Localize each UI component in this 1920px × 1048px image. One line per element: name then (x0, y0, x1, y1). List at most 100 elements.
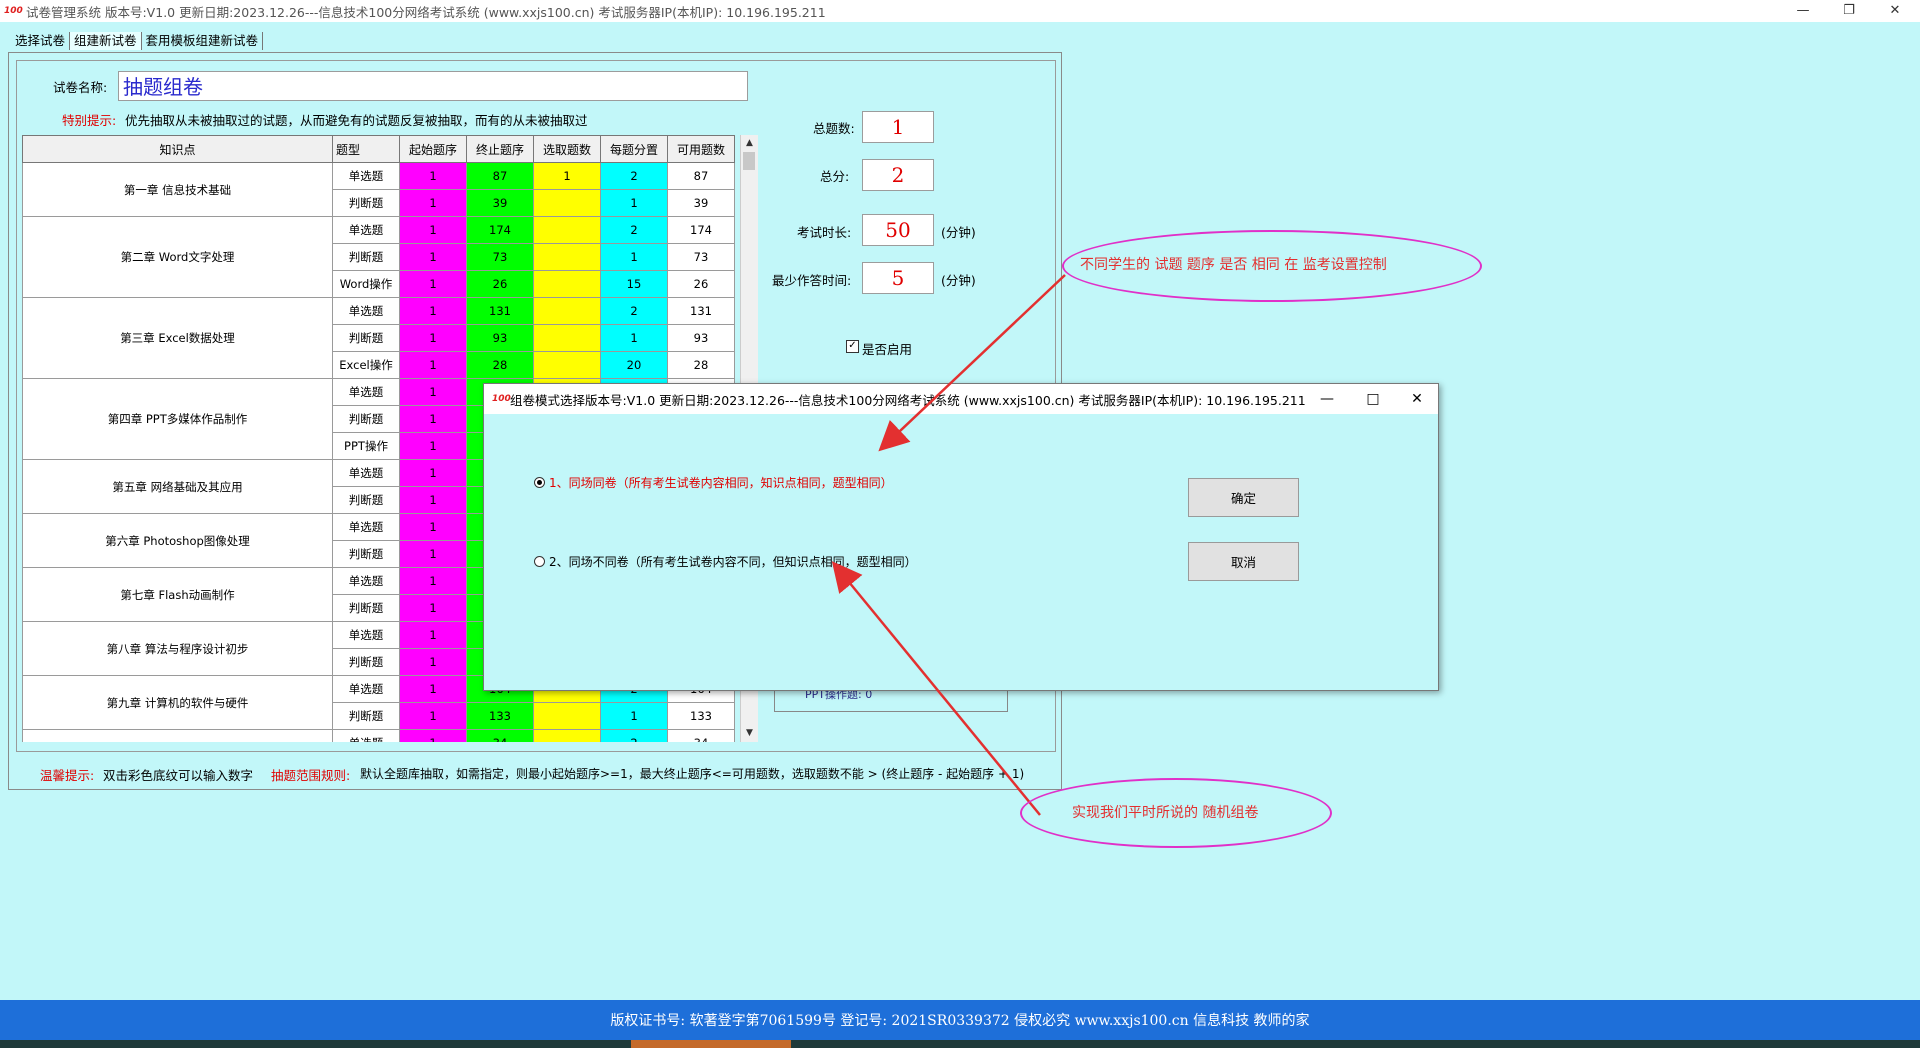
start-cell[interactable]: 1 (399, 432, 467, 460)
pick-cell[interactable] (533, 297, 601, 325)
start-cell[interactable]: 1 (399, 351, 467, 379)
col-header-knowledge: 知识点 (22, 135, 333, 163)
pick-cell[interactable] (533, 243, 601, 271)
enable-checkbox[interactable]: ✓ (846, 340, 859, 353)
end-cell[interactable]: 133 (466, 702, 534, 730)
table-row: 第三章 Excel数据处理 单选题 1 131 2 131 (22, 297, 735, 379)
annotation-bottom-text: 实现我们平时所说的 随机组卷 (1072, 805, 1259, 821)
type-cell: 单选题 (332, 567, 400, 595)
min-time-field[interactable]: 5 (862, 262, 934, 294)
start-cell[interactable]: 1 (399, 540, 467, 568)
type-cell: 判断题 (332, 405, 400, 433)
start-cell[interactable]: 1 (399, 675, 467, 703)
dialog-titlebar: 100 组卷模式选择版本号:V1.0 更新日期:2023.12.26---信息技… (484, 384, 1438, 414)
score-cell[interactable]: 1 (600, 243, 668, 271)
score-cell[interactable]: 2 (600, 216, 668, 244)
option-diff-paper-label[interactable]: 2、同场不同卷（所有考生试卷内容不同，但知识点相同，题型相同） (549, 553, 917, 570)
option-same-paper-radio[interactable] (534, 477, 545, 488)
score-cell[interactable]: 15 (600, 270, 668, 298)
type-cell: 判断题 (332, 648, 400, 676)
dialog-maximize-icon[interactable]: □ (1350, 384, 1396, 414)
cancel-button[interactable]: 取消 (1188, 542, 1299, 581)
start-cell[interactable]: 1 (399, 567, 467, 595)
type-cell: 判断题 (332, 189, 400, 217)
main-titlebar: 100 试卷管理系统 版本号:V1.0 更新日期:2023.12.26---信息… (0, 0, 1920, 22)
pick-cell[interactable] (533, 189, 601, 217)
start-cell[interactable]: 1 (399, 270, 467, 298)
dialog-minimize-icon[interactable]: — (1304, 384, 1350, 414)
score-cell[interactable]: 2 (600, 729, 668, 742)
knowledge-cell: 第五章 网络基础及其应用 (22, 459, 333, 514)
type-cell: 判断题 (332, 243, 400, 271)
copyright-footer: 版权证书号: 软著登字第7061599号 登记号: 2021SR0339372 … (0, 1000, 1920, 1040)
duration-label: 考试时长: (797, 225, 852, 240)
pick-cell[interactable] (533, 351, 601, 379)
start-cell[interactable]: 1 (399, 297, 467, 325)
start-cell[interactable]: 1 (399, 702, 467, 730)
end-cell[interactable]: 174 (466, 216, 534, 244)
type-cell: Excel操作 (332, 351, 400, 379)
end-cell[interactable]: 131 (466, 297, 534, 325)
type-cell: 判断题 (332, 702, 400, 730)
pick-cell[interactable]: 1 (533, 162, 601, 190)
tip-text: 双击彩色底纹可以输入数字 (103, 768, 254, 783)
tab-select-paper[interactable]: 选择试卷 (11, 32, 71, 50)
score-cell[interactable]: 2 (600, 162, 668, 190)
start-cell[interactable]: 1 (399, 243, 467, 271)
start-cell[interactable]: 1 (399, 648, 467, 676)
knowledge-cell: 第三章 Excel数据处理 (22, 297, 333, 379)
option-diff-paper-radio[interactable] (534, 556, 545, 567)
end-cell[interactable]: 73 (466, 243, 534, 271)
score-cell[interactable]: 1 (600, 189, 668, 217)
start-cell[interactable]: 1 (399, 621, 467, 649)
start-cell[interactable]: 1 (399, 513, 467, 541)
score-cell[interactable]: 2 (600, 297, 668, 325)
duration-field[interactable]: 50 (862, 214, 934, 246)
minimize-icon[interactable]: — (1780, 0, 1826, 22)
table-row: 单选题134234 (22, 729, 735, 742)
start-cell[interactable]: 1 (399, 594, 467, 622)
paper-name-input[interactable]: 抽题组卷 (118, 71, 748, 101)
scroll-thumb[interactable] (743, 152, 755, 170)
ok-button[interactable]: 确定 (1188, 478, 1299, 517)
end-cell[interactable]: 93 (466, 324, 534, 352)
scroll-up-icon[interactable]: ▲ (741, 135, 758, 152)
total-score-label: 总分: (820, 169, 850, 184)
end-cell[interactable]: 28 (466, 351, 534, 379)
score-cell[interactable]: 1 (600, 324, 668, 352)
type-cell: 单选题 (332, 675, 400, 703)
pick-cell[interactable] (533, 702, 601, 730)
pick-cell[interactable] (533, 216, 601, 244)
start-cell[interactable]: 1 (399, 729, 467, 742)
start-cell[interactable]: 1 (399, 486, 467, 514)
end-cell[interactable]: 39 (466, 189, 534, 217)
start-cell[interactable]: 1 (399, 459, 467, 487)
score-cell[interactable]: 20 (600, 351, 668, 379)
close-icon[interactable]: ✕ (1872, 0, 1918, 22)
scroll-down-icon[interactable]: ▼ (741, 725, 758, 742)
total-count-field[interactable]: 1 (862, 111, 934, 143)
avail-cell: 39 (667, 189, 735, 217)
start-cell[interactable]: 1 (399, 405, 467, 433)
score-cell[interactable]: 1 (600, 702, 668, 730)
start-cell[interactable]: 1 (399, 324, 467, 352)
tab-build-paper[interactable]: 组建新试卷 (70, 32, 142, 50)
pick-cell[interactable] (533, 270, 601, 298)
start-cell[interactable]: 1 (399, 216, 467, 244)
start-cell[interactable]: 1 (399, 162, 467, 190)
restore-icon[interactable]: ❐ (1826, 0, 1872, 22)
end-cell[interactable]: 34 (466, 729, 534, 742)
pick-cell[interactable] (533, 324, 601, 352)
total-score-field[interactable]: 2 (862, 159, 934, 191)
taskbar-active-item[interactable] (631, 1040, 791, 1048)
option-same-paper-label[interactable]: 1、同场同卷（所有考生试卷内容相同，知识点相同，题型相同） (549, 474, 893, 491)
col-header-type: 题型 (332, 135, 400, 163)
end-cell[interactable]: 26 (466, 270, 534, 298)
grid-header-row: 知识点 题型 起始题序 终止题序 选取题数 每题分置 可用题数 (22, 135, 735, 163)
dialog-close-icon[interactable]: ✕ (1394, 384, 1440, 414)
start-cell[interactable]: 1 (399, 189, 467, 217)
tab-template-build[interactable]: 套用模板组建新试卷 (141, 32, 264, 50)
end-cell[interactable]: 87 (466, 162, 534, 190)
pick-cell[interactable] (533, 729, 601, 742)
start-cell[interactable]: 1 (399, 378, 467, 406)
